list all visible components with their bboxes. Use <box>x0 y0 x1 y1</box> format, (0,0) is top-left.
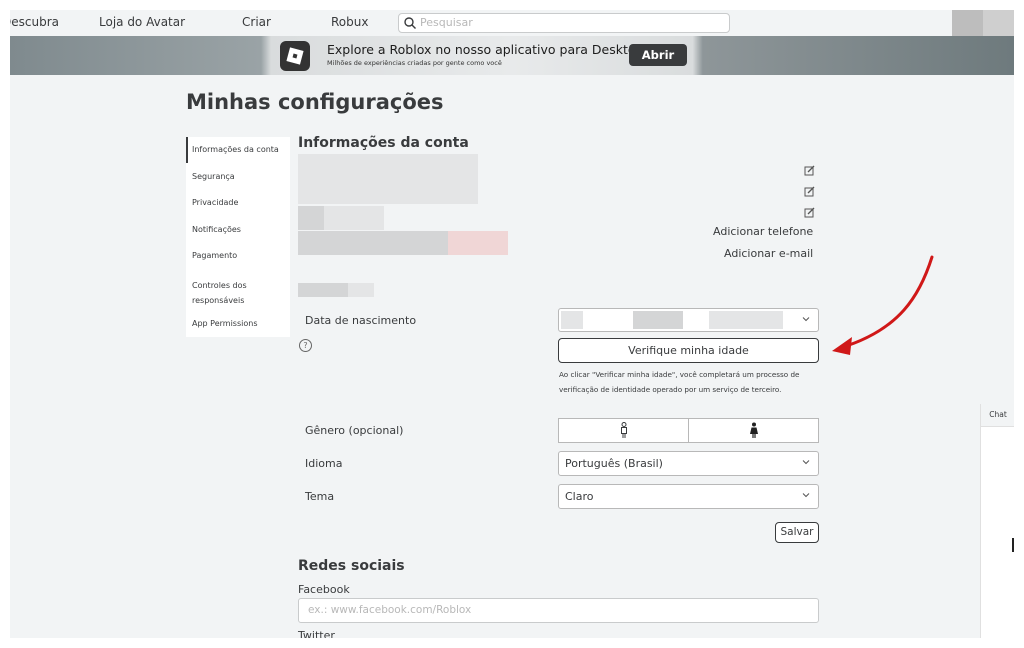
nav-avatar-shop[interactable]: Loja do Avatar <box>99 15 185 29</box>
top-nav: Descubra Loja do Avatar Criar Robux Pesq… <box>10 10 1014 36</box>
female-figure-icon <box>749 422 758 438</box>
add-phone-link[interactable]: Adicionar telefone <box>713 225 813 238</box>
search-placeholder: Pesquisar <box>420 16 473 29</box>
chevron-down-icon <box>802 493 810 498</box>
sidebar-item-security[interactable]: Segurança <box>192 172 235 181</box>
sidebar-item-parental-controls[interactable]: Controles dos responsáveis <box>192 278 272 308</box>
help-icon[interactable]: ? <box>299 339 312 352</box>
avatar[interactable] <box>952 10 983 36</box>
sidebar-item-account-info[interactable]: Informações da conta <box>192 145 279 154</box>
edit-password-icon[interactable] <box>804 207 815 218</box>
redacted-birth-day <box>633 311 683 329</box>
add-email-link[interactable]: Adicionar e-mail <box>724 247 813 260</box>
nav-right-button[interactable] <box>983 10 1014 36</box>
redacted-field <box>298 283 348 297</box>
search-box[interactable]: Pesquisar <box>398 13 730 33</box>
gender-toggle <box>558 418 819 443</box>
gender-male-option[interactable] <box>559 419 689 442</box>
search-icon <box>404 17 416 29</box>
gender-label: Gênero (opcional) <box>305 424 404 437</box>
theme-select[interactable]: Claro <box>558 484 819 509</box>
verify-age-note: Ao clicar "Verificar minha idade", você … <box>559 370 800 394</box>
edit-display-name-icon[interactable] <box>804 186 815 197</box>
birthdate-label: Data de nascimento <box>305 314 417 327</box>
redacted-birth-month <box>561 311 583 329</box>
page-title: Minhas configurações <box>186 90 444 114</box>
active-indicator <box>186 137 188 163</box>
nav-robux[interactable]: Robux <box>331 15 368 29</box>
roblox-logo-icon <box>280 41 310 71</box>
language-label: Idioma <box>305 457 343 470</box>
gender-female-option[interactable] <box>689 419 818 442</box>
nav-create[interactable]: Criar <box>242 15 271 29</box>
facebook-placeholder: ex.: www.facebook.com/Roblox <box>308 604 472 616</box>
redacted-birth-year <box>709 311 783 329</box>
open-app-button[interactable]: Abrir <box>629 44 687 66</box>
twitter-label: Twitter <box>298 629 335 638</box>
sidebar-item-app-permissions[interactable]: App Permissions <box>192 319 258 328</box>
male-figure-icon <box>620 422 627 438</box>
facebook-label: Facebook <box>298 583 350 596</box>
redacted-field-2 <box>348 283 374 297</box>
banner-subtitle: Milhões de experiências criadas por gent… <box>327 59 502 67</box>
social-networks-title: Redes sociais <box>298 558 405 574</box>
redacted-username <box>298 154 478 204</box>
edit-username-icon[interactable] <box>804 165 815 176</box>
chat-panel: Chat <box>980 404 1014 638</box>
language-select[interactable]: Português (Brasil) <box>558 451 819 476</box>
theme-value: Claro <box>565 490 594 503</box>
save-button[interactable]: Salvar <box>775 522 819 543</box>
settings-sidebar: Informações da conta Segurança Privacida… <box>186 137 290 337</box>
annotation-arrow-icon <box>832 255 934 355</box>
verify-age-button[interactable]: Verifique minha idade <box>558 338 819 363</box>
redacted-email-status <box>448 231 508 255</box>
sidebar-item-notifications[interactable]: Notificações <box>192 225 241 234</box>
nav-right-controls <box>952 10 1014 36</box>
desktop-app-banner: Explore a Roblox no nosso aplicativo par… <box>10 36 1014 75</box>
account-info-title: Informações da conta <box>298 135 469 151</box>
sidebar-item-privacy[interactable]: Privacidade <box>192 198 238 207</box>
language-value: Português (Brasil) <box>565 457 663 470</box>
chat-scrollbar[interactable] <box>1012 538 1014 552</box>
redacted-display-name-2 <box>324 206 384 230</box>
redacted-email <box>298 231 448 255</box>
nav-discover[interactable]: Descubra <box>10 15 59 29</box>
browser-viewport: Descubra Loja do Avatar Criar Robux Pesq… <box>10 10 1014 638</box>
redacted-display-name <box>298 206 324 230</box>
banner-title: Explore a Roblox no nosso aplicativo par… <box>327 42 649 57</box>
facebook-input[interactable]: ex.: www.facebook.com/Roblox <box>298 598 819 623</box>
sidebar-item-payment[interactable]: Pagamento <box>192 251 237 260</box>
chevron-down-icon <box>802 317 810 322</box>
theme-label: Tema <box>305 490 335 503</box>
chevron-down-icon <box>802 460 810 465</box>
birthdate-select[interactable] <box>558 308 819 332</box>
chat-tab[interactable]: Chat <box>981 404 1014 427</box>
